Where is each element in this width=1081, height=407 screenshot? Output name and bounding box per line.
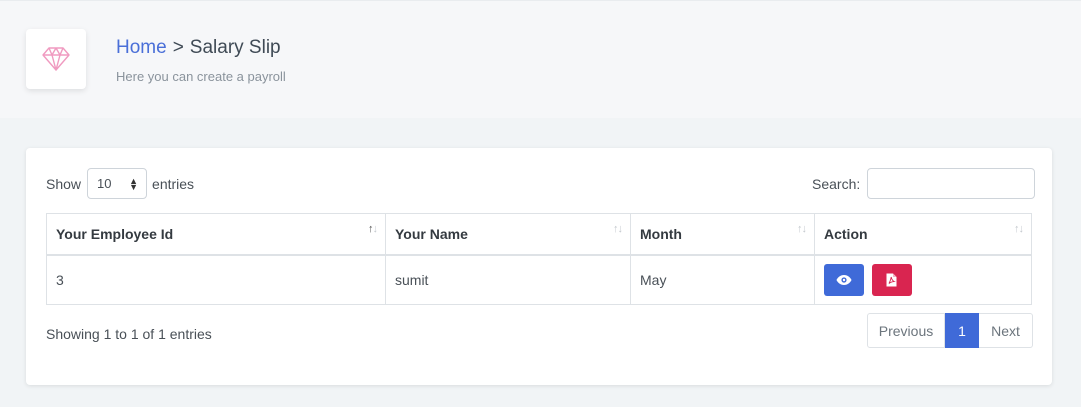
page-icon-box xyxy=(26,29,86,89)
file-pdf-icon xyxy=(886,273,897,287)
column-header-name[interactable]: Your Name ↑↓ xyxy=(385,213,631,256)
table-row: 3 sumit May xyxy=(46,254,1032,305)
breadcrumb-home-link[interactable]: Home xyxy=(116,37,167,58)
select-arrows-icon: ▲ ▼ xyxy=(129,175,139,192)
search-input[interactable] xyxy=(867,168,1036,199)
page-subtitle: Here you can create a payroll xyxy=(116,69,286,84)
entries-label: entries xyxy=(152,175,195,192)
previous-page-button[interactable]: Previous xyxy=(867,313,945,348)
column-header-month[interactable]: Month ↑↓ xyxy=(630,213,815,256)
eye-icon xyxy=(836,274,852,285)
entries-select-value: 10 xyxy=(97,176,112,191)
sort-icon: ↑↓ xyxy=(1014,223,1024,235)
pagination: Previous 1 Next xyxy=(867,313,1033,348)
view-button[interactable] xyxy=(824,263,864,296)
search-label: Search: xyxy=(812,175,861,192)
page-header: Home > Salary Slip Here you can create a p… xyxy=(0,0,1081,118)
salary-slip-table: Your Employee Id ↑↓ Your Name ↑↓ Month ↑… xyxy=(46,213,1032,305)
next-page-button[interactable]: Next xyxy=(979,313,1033,348)
salary-slip-card: Show 10 ▲ ▼ entries Search: Your Employee… xyxy=(26,148,1052,385)
breadcrumb-separator: > xyxy=(172,37,184,58)
breadcrumb: Home > Salary Slip xyxy=(116,37,281,59)
sort-icon: ↑↓ xyxy=(613,223,623,235)
length-menu: Show 10 ▲ ▼ entries xyxy=(46,168,194,199)
page-title: Salary Slip xyxy=(189,37,281,58)
cell-actions xyxy=(814,254,1032,305)
diamond-icon xyxy=(42,47,70,71)
cell-month: May xyxy=(630,254,815,305)
column-header-employee-id[interactable]: Your Employee Id ↑↓ xyxy=(46,213,386,256)
cell-employee-id: 3 xyxy=(46,254,386,305)
show-label: Show xyxy=(46,175,82,192)
table-info: Showing 1 to 1 of 1 entries xyxy=(46,326,212,342)
entries-select[interactable]: 10 ▲ ▼ xyxy=(87,168,148,199)
column-header-action[interactable]: Action ↑↓ xyxy=(814,213,1032,256)
page-1-button[interactable]: 1 xyxy=(945,313,979,348)
search-box: Search: xyxy=(812,168,1036,199)
download-pdf-button[interactable] xyxy=(871,263,912,296)
table-header-row: Your Employee Id ↑↓ Your Name ↑↓ Month ↑… xyxy=(46,213,1032,256)
sort-icon: ↑↓ xyxy=(797,223,807,235)
sort-asc-icon: ↑↓ xyxy=(368,223,378,235)
cell-name: sumit xyxy=(385,254,631,305)
